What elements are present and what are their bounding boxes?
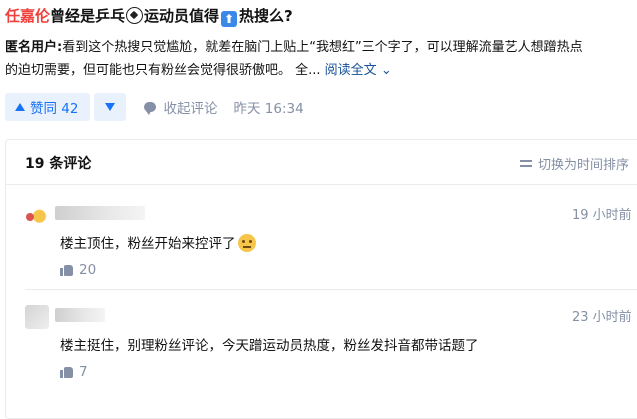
soccer-ball-icon — [126, 7, 144, 24]
up-arrow-icon: ⬆ — [221, 11, 238, 27]
comment-like-count: 20 — [79, 262, 97, 278]
title-part2: 运动员值得 — [144, 7, 220, 25]
swap-icon — [520, 157, 532, 170]
comment-like-count: 7 — [79, 364, 88, 380]
comments-panel: 19 条评论 切换为时间排序 19 小时前 楼主顶住，粉丝开始来控评了 20 2… — [5, 139, 637, 419]
comment-text-body: 楼主顶住，粉丝开始来控评了 — [60, 236, 236, 252]
upvote-button[interactable]: 赞同 42 — [5, 93, 91, 121]
downvote-triangle-icon — [105, 103, 116, 111]
comment-divider — [25, 289, 637, 290]
avatar[interactable] — [25, 203, 49, 227]
chevron-down-icon: ⌄ — [376, 63, 392, 78]
read-more-link[interactable]: 阅读全文 ⌄ — [325, 63, 392, 78]
comment-like-button[interactable]: 20 — [60, 262, 96, 278]
read-more-label: 阅读全文 — [324, 63, 377, 78]
sort-toggle-button[interactable]: 切换为时间排序 — [520, 154, 629, 173]
answer-line-2: 的迫切需要，但可能也只有粉丝会觉得很骄傲吧。 全... 阅读全文 ⌄ — [5, 59, 637, 82]
username-redacted[interactable] — [55, 308, 105, 322]
thumbs-up-icon — [60, 264, 73, 276]
title-part1: 曾经是乒乓 — [50, 7, 126, 25]
comment-like-button[interactable]: 7 — [60, 364, 88, 380]
upvote-triangle-icon — [15, 103, 25, 111]
comment-time: 23 小时前 — [572, 310, 632, 325]
collapse-comments-label: 收起评论 — [163, 101, 218, 117]
answer-actions: 赞同 42 收起评论 昨天 16:34 — [5, 93, 304, 121]
answer-author: 匿名用户: — [5, 40, 63, 55]
answer-line-1: 匿名用户:看到这个热搜只觉尴尬，就差在脑门上贴上“我想红”三个字了，可以理解流量… — [5, 36, 637, 59]
answer-time: 昨天 16:34 — [233, 101, 304, 117]
thinking-face-icon — [237, 234, 256, 252]
upvote-label: 赞同 42 — [30, 101, 79, 117]
comment-text: 楼主挺住，别理粉丝评论，今天蹭运动员热度，粉丝发抖音都带话题了 — [60, 338, 479, 354]
answer-text-2: 的迫切需要，但可能也只有粉丝会觉得很骄傲吧。 全... — [5, 63, 321, 78]
title-highlight: 任嘉伦 — [5, 7, 51, 25]
answer-text-1: 看到这个热搜只觉尴尬，就差在脑门上贴上“我想红”三个字了，可以理解流量艺人想蹭热… — [62, 40, 583, 55]
username-redacted[interactable] — [55, 206, 145, 220]
avatar[interactable] — [25, 305, 49, 329]
question-title[interactable]: 任嘉伦曾经是乒乓 运动员值得 ⬆ 热搜么? — [5, 5, 293, 27]
comments-header: 19 条评论 切换为时间排序 — [6, 140, 637, 185]
title-part3: 热搜么? — [239, 7, 293, 25]
comment-time: 19 小时前 — [572, 208, 632, 223]
collapse-comments-button[interactable]: 收起评论 — [144, 97, 217, 117]
sort-label: 切换为时间排序 — [538, 158, 630, 173]
thumbs-up-icon — [60, 366, 73, 378]
comment-text: 楼主顶住，粉丝开始来控评了 — [60, 232, 256, 252]
answer-excerpt[interactable]: 匿名用户:看到这个热搜只觉尴尬，就差在脑门上贴上“我想红”三个字了，可以理解流量… — [5, 36, 637, 82]
comment-count: 19 条评论 — [25, 156, 92, 172]
comment-bubble-icon — [144, 102, 157, 115]
downvote-button[interactable] — [94, 93, 127, 121]
